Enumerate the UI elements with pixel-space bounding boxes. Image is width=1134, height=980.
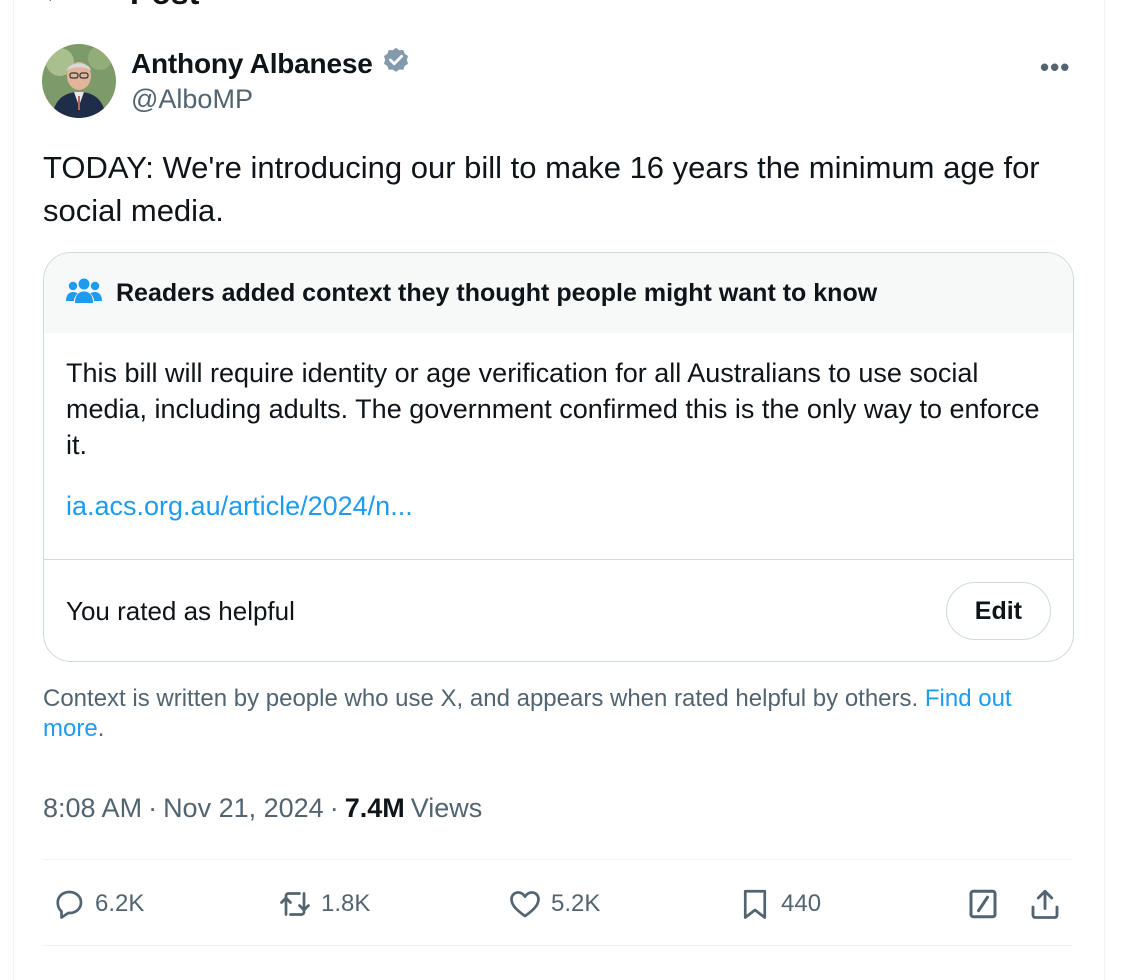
repost-count: 1.8K <box>321 890 371 917</box>
repost-icon <box>280 892 310 916</box>
author-name-row[interactable]: Anthony Albanese <box>131 46 411 81</box>
author-name[interactable]: Anthony Albanese <box>131 48 373 80</box>
share-button[interactable] <box>1027 878 1063 930</box>
page-title: Post <box>130 0 199 12</box>
community-note-link[interactable]: ia.acs.org.au/article/2024/n... <box>44 463 1073 522</box>
rating-status: You rated as helpful <box>66 595 295 626</box>
grok-button[interactable] <box>965 878 1001 930</box>
reply-icon <box>56 890 83 919</box>
community-note-rating-row: You rated as helpful Edit <box>44 559 1073 661</box>
author-handle[interactable]: @AlboMP <box>131 84 253 115</box>
action-bar: 6.2K 1.8K 5.2K 440 <box>43 878 1073 930</box>
like-count: 5.2K <box>551 890 601 917</box>
views-count: 7.4M <box>344 793 405 823</box>
meta-separator: · <box>148 793 158 823</box>
post-time[interactable]: 8:08 AM <box>43 793 142 824</box>
community-note-heading: Readers added context they thought peopl… <box>116 278 878 307</box>
reply-count: 6.2K <box>95 890 145 917</box>
back-arrow-icon[interactable]: ← <box>40 0 70 8</box>
context-footer: Context is written by people who use X, … <box>43 684 1073 744</box>
avatar[interactable] <box>42 44 116 118</box>
share-icon <box>1031 889 1059 919</box>
post-date[interactable]: Nov 21, 2024 <box>163 793 324 824</box>
repost-button[interactable]: 1.8K <box>277 878 370 930</box>
meta-separator: · <box>329 793 339 823</box>
community-note-body: This bill will require identity or age v… <box>66 358 1040 460</box>
post-meta: 8:08 AM · Nov 21, 2024 · 7.4M Views <box>43 793 482 824</box>
verified-badge-icon <box>381 46 411 81</box>
bookmark-count: 440 <box>781 890 822 917</box>
more-options-icon[interactable]: ••• <box>1040 52 1070 83</box>
divider <box>43 859 1073 860</box>
bookmark-button[interactable]: 440 <box>737 878 821 930</box>
bookmark-icon <box>743 889 767 919</box>
grok-icon <box>969 889 997 919</box>
divider <box>43 945 1073 946</box>
like-button[interactable]: 5.2K <box>507 878 600 930</box>
context-footer-text: Context is written by people who use X, … <box>43 685 919 712</box>
context-footer-suffix: . <box>97 715 105 742</box>
heart-icon <box>510 891 540 918</box>
community-note-header: Readers added context they thought peopl… <box>44 253 1073 333</box>
tweet-text: TODAY: We're introducing our bill to mak… <box>43 150 1040 228</box>
edit-rating-button[interactable]: Edit <box>945 582 1051 640</box>
community-note: Readers added context they thought peopl… <box>43 252 1074 662</box>
post-header: ← Post <box>40 0 199 11</box>
people-group-icon <box>66 276 102 311</box>
reply-button[interactable]: 6.2K <box>51 878 144 930</box>
views-label: Views <box>410 793 483 823</box>
